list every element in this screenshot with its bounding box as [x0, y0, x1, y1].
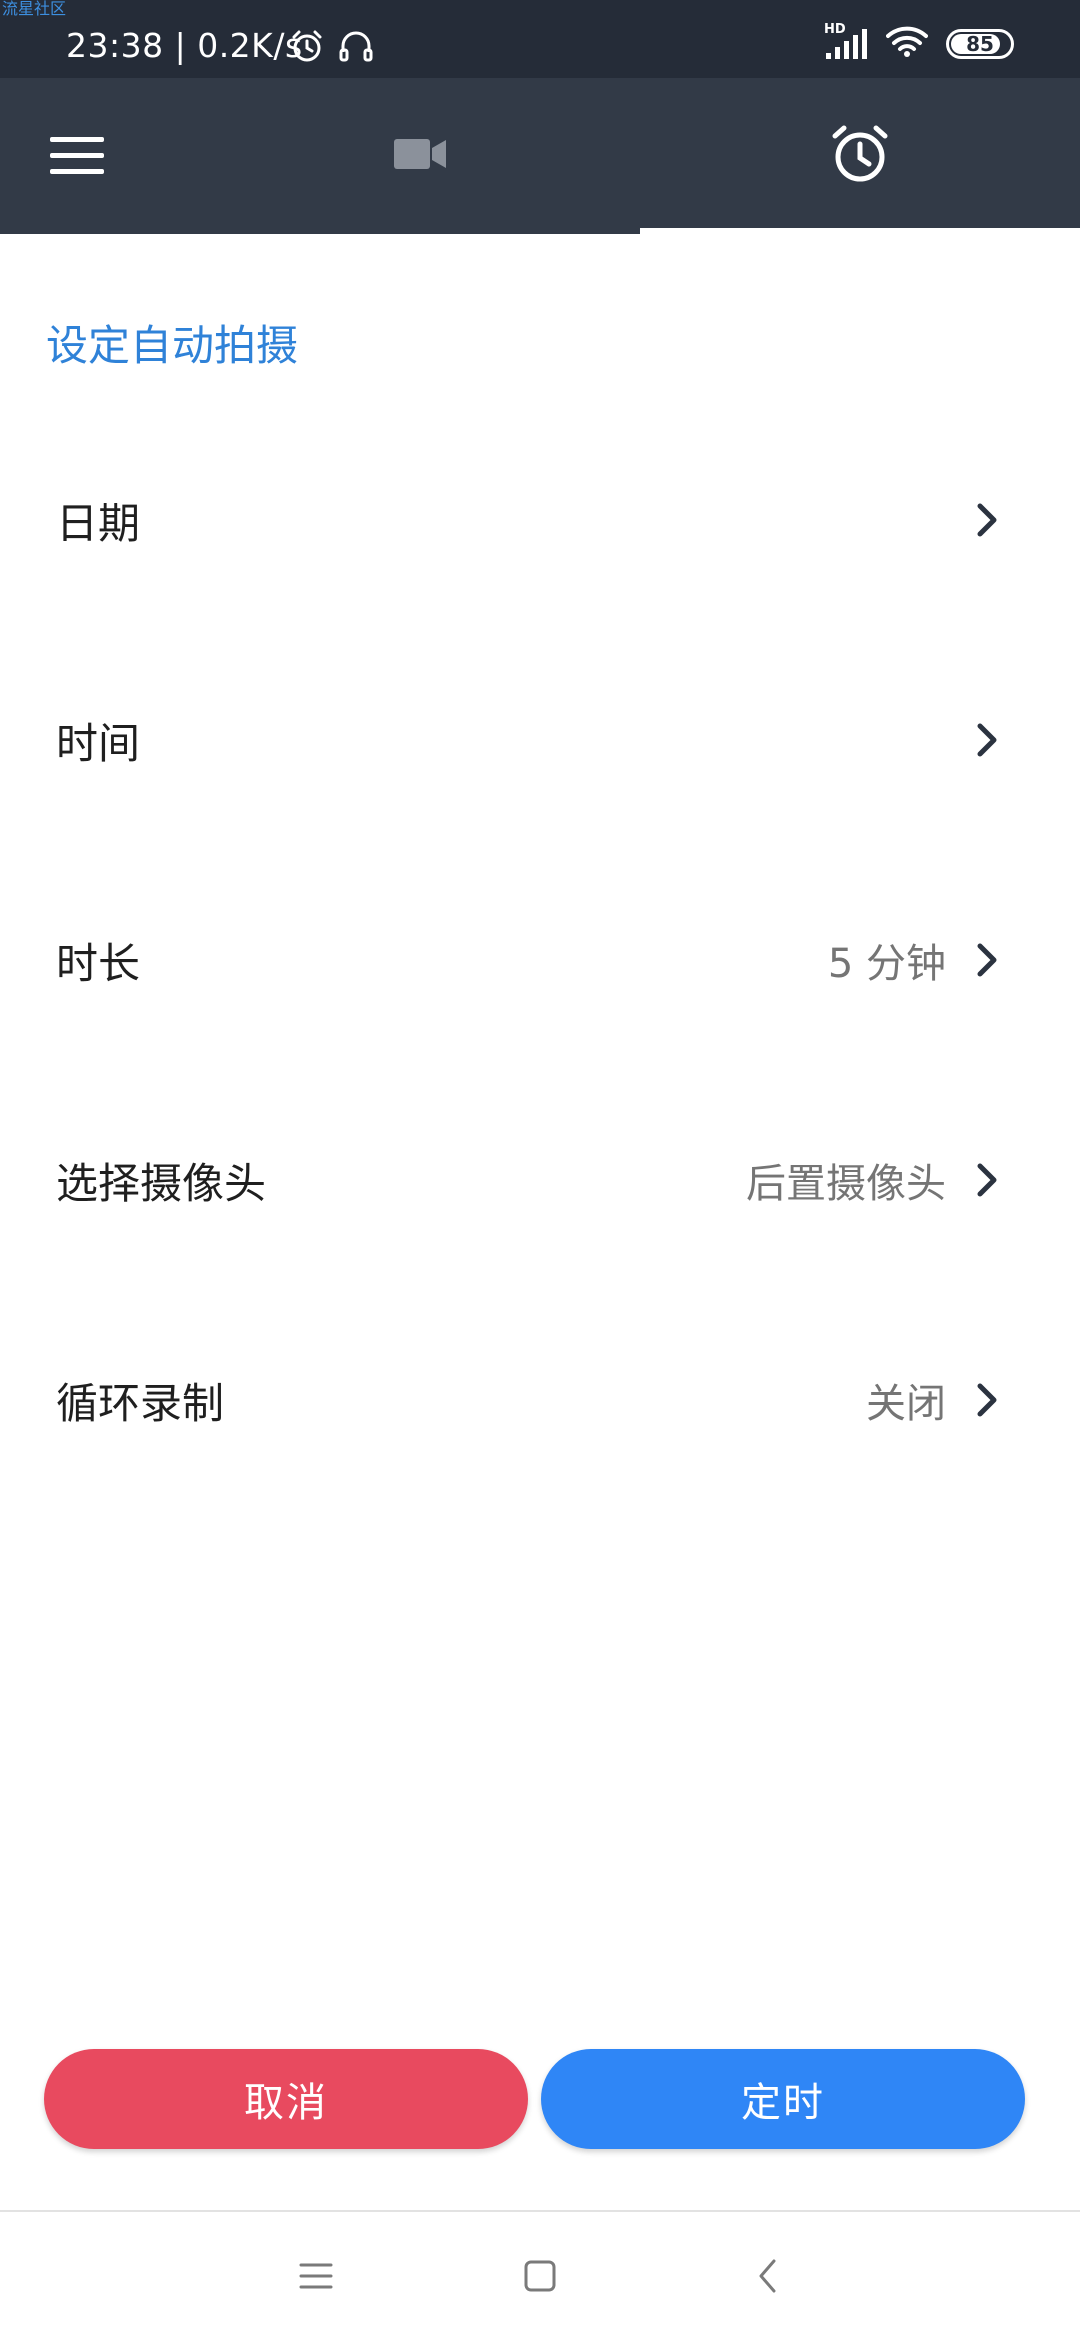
- chevron-right-icon: [972, 1160, 1002, 1200]
- section-title: 设定自动拍摄: [46, 321, 299, 370]
- tab-timer[interactable]: [640, 78, 1080, 234]
- set-timer-button[interactable]: 定时: [541, 2049, 1025, 2149]
- recents-icon[interactable]: [286, 2246, 346, 2306]
- row-label: 选择摄像头: [56, 1158, 267, 1208]
- system-nav-bar: [0, 2212, 1080, 2340]
- row-label: 时间: [56, 718, 141, 768]
- tab-video[interactable]: [280, 78, 560, 234]
- battery-level: 85: [966, 32, 994, 56]
- wifi-icon: [886, 26, 928, 62]
- app-bar: [0, 78, 1080, 234]
- home-icon[interactable]: [510, 2246, 570, 2306]
- setting-row-camera[interactable]: 选择摄像头 后置摄像头: [0, 1120, 1080, 1240]
- chevron-right-icon: [972, 720, 1002, 760]
- battery-icon: 85: [946, 29, 1014, 59]
- chevron-right-icon: [972, 500, 1002, 540]
- headset-icon: [338, 28, 374, 68]
- status-icons-right: HD 85: [824, 23, 1014, 62]
- watermark-text: 流星社区: [2, 0, 67, 18]
- alarm-icon: [290, 29, 324, 67]
- hamburger-menu-icon[interactable]: [40, 118, 114, 192]
- row-label: 循环录制: [56, 1378, 225, 1428]
- setting-row-date[interactable]: 日期: [0, 460, 1080, 580]
- row-value: 5 分钟: [827, 941, 946, 987]
- chevron-right-icon: [972, 940, 1002, 980]
- cancel-button[interactable]: 取消: [44, 2049, 528, 2149]
- video-camera-icon: [392, 136, 448, 176]
- status-icons-left: [290, 28, 374, 68]
- selected-tab-indicator: [640, 228, 1080, 234]
- alarm-clock-icon: [830, 124, 890, 188]
- row-value: 关闭: [866, 1381, 946, 1427]
- status-bar: 流星社区 23:38 | 0.2K/s HD 85: [0, 0, 1080, 78]
- hd-signal-icon: HD: [824, 23, 868, 61]
- row-label: 日期: [56, 498, 141, 548]
- status-time-speed: 23:38 | 0.2K/s: [66, 26, 303, 65]
- chevron-right-icon: [972, 1380, 1002, 1420]
- back-icon[interactable]: [738, 2246, 798, 2306]
- setting-row-duration[interactable]: 时长 5 分钟: [0, 900, 1080, 1020]
- setting-row-loop-recording[interactable]: 循环录制 关闭: [0, 1340, 1080, 1460]
- row-value: 后置摄像头: [746, 1161, 946, 1207]
- row-label: 时长: [56, 938, 141, 988]
- setting-row-time[interactable]: 时间: [0, 680, 1080, 800]
